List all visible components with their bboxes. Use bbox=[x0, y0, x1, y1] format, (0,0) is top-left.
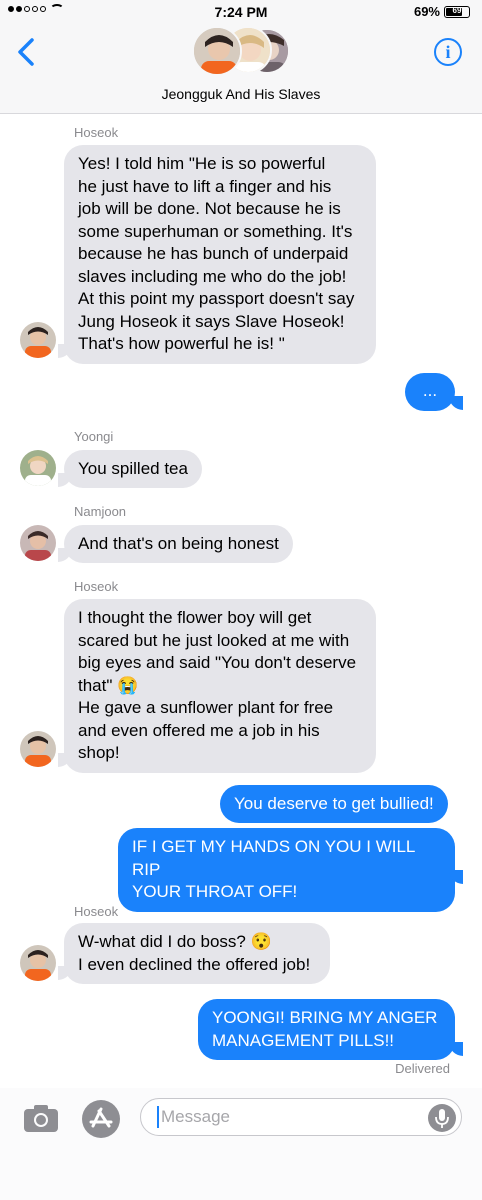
sender-name: Hoseok bbox=[74, 579, 119, 594]
compose-bar bbox=[0, 1088, 482, 1200]
outgoing-message-bubble[interactable]: YOONGI! BRING MY ANGER MANAGEMENT PILLS!… bbox=[198, 999, 455, 1060]
message-line: I even declined the offered job! bbox=[78, 954, 311, 974]
camera-button[interactable] bbox=[22, 1102, 60, 1134]
message-line: scared but he just looked at me with bbox=[78, 630, 350, 650]
app-store-icon bbox=[89, 1107, 113, 1128]
status-time: 7:24 PM bbox=[214, 4, 268, 20]
message-line: You deserve to get bullied! bbox=[234, 794, 434, 813]
conversation-header: 7:24 PM 69% 69 i Jeongguk And His Slaves bbox=[0, 0, 482, 114]
message-line: Jung Hoseok it says Slave Hoseok! bbox=[78, 311, 345, 331]
microphone-icon bbox=[435, 1109, 449, 1128]
sender-name: Hoseok bbox=[74, 904, 119, 919]
message-line: And that's on being honest bbox=[78, 534, 279, 553]
message-line: that" 😭 bbox=[78, 675, 139, 695]
incoming-message-bubble[interactable]: Yes! I told him "He is so powerful he ju… bbox=[64, 145, 376, 364]
bubble-tail bbox=[58, 473, 72, 487]
message-line: You spilled tea bbox=[78, 459, 188, 478]
message-line: because he has bunch of underpaid bbox=[78, 244, 349, 263]
message-input[interactable] bbox=[140, 1098, 462, 1136]
battery-indicator: 69% 69 bbox=[414, 4, 470, 19]
outgoing-message-bubble[interactable]: ... bbox=[405, 373, 455, 411]
namjoon-avatar[interactable] bbox=[20, 525, 56, 561]
back-button[interactable] bbox=[16, 36, 38, 68]
message-line: I thought the flower boy will get bbox=[78, 608, 312, 627]
yoongi-avatar[interactable] bbox=[20, 450, 56, 486]
battery-icon: 69 bbox=[444, 5, 470, 18]
app-store-button[interactable] bbox=[82, 1100, 120, 1138]
message-list[interactable]: Hoseok Yes! I told him "He is so powerfu… bbox=[0, 115, 482, 1085]
sender-name: Yoongi bbox=[74, 429, 114, 444]
sender-name: Namjoon bbox=[74, 504, 127, 519]
message-line: IF I GET MY HANDS ON YOU I WILL RIP bbox=[132, 837, 415, 879]
bubble-tail bbox=[449, 396, 463, 410]
microphone-button[interactable] bbox=[428, 1104, 456, 1132]
message-line: YOUR THROAT OFF! bbox=[132, 882, 298, 901]
group-name[interactable]: Jeongguk And His Slaves bbox=[0, 86, 482, 102]
group-avatar[interactable] bbox=[192, 26, 292, 76]
info-button[interactable]: i bbox=[434, 38, 462, 66]
status-bar: 7:24 PM 69% 69 bbox=[0, 0, 482, 24]
incoming-message-bubble[interactable]: I thought the flower boy will get scared… bbox=[64, 599, 376, 773]
message-line: He gave a sunflower plant for free bbox=[78, 698, 334, 717]
message-line: At this point my passport doesn't say bbox=[78, 289, 355, 308]
bubble-tail bbox=[449, 1042, 463, 1056]
hoseok-avatar[interactable] bbox=[20, 322, 56, 358]
bubble-tail bbox=[58, 548, 72, 562]
chevron-left-icon bbox=[18, 38, 34, 66]
text-caret bbox=[157, 1106, 159, 1128]
message-line: Yes! I told him "He is so powerful bbox=[78, 154, 326, 173]
message-line: ... bbox=[422, 381, 438, 400]
info-icon: i bbox=[445, 42, 451, 62]
hoseok-avatar[interactable] bbox=[20, 945, 56, 981]
outgoing-message-bubble[interactable]: You deserve to get bullied! bbox=[220, 785, 448, 823]
outgoing-message-bubble[interactable]: IF I GET MY HANDS ON YOU I WILL RIP YOUR… bbox=[118, 828, 455, 912]
message-line: and even offered me a job in his bbox=[78, 720, 320, 740]
message-line: he just have to lift a finger and his bbox=[78, 176, 332, 196]
message-line: MANAGEMENT PILLS!! bbox=[212, 1030, 395, 1050]
battery-percent: 69% bbox=[413, 4, 440, 19]
message-line: job will be done. Not because he is bbox=[78, 199, 341, 218]
message-line: W-what did I do boss? 😯 bbox=[78, 932, 272, 951]
incoming-message-bubble[interactable]: And that's on being honest bbox=[64, 525, 293, 563]
sender-name: Hoseok bbox=[74, 125, 119, 140]
message-line: That's how powerful he is! " bbox=[78, 334, 285, 353]
message-line: slaves including me who do the job! bbox=[78, 266, 347, 286]
delivered-status: Delivered bbox=[395, 1061, 450, 1076]
incoming-message-bubble[interactable]: You spilled tea bbox=[64, 450, 202, 488]
message-line: shop! bbox=[78, 743, 120, 762]
message-line: some superhuman or something. It's bbox=[78, 221, 353, 241]
hoseok-avatar[interactable] bbox=[20, 731, 56, 767]
camera-icon bbox=[24, 1105, 58, 1132]
incoming-message-bubble[interactable]: W-what did I do boss? 😯 I even declined … bbox=[64, 923, 330, 984]
message-line: YOONGI! BRING MY ANGER bbox=[212, 1008, 438, 1027]
message-line: big eyes and said "You don't deserve bbox=[78, 653, 357, 672]
member-avatar-1 bbox=[192, 26, 242, 76]
